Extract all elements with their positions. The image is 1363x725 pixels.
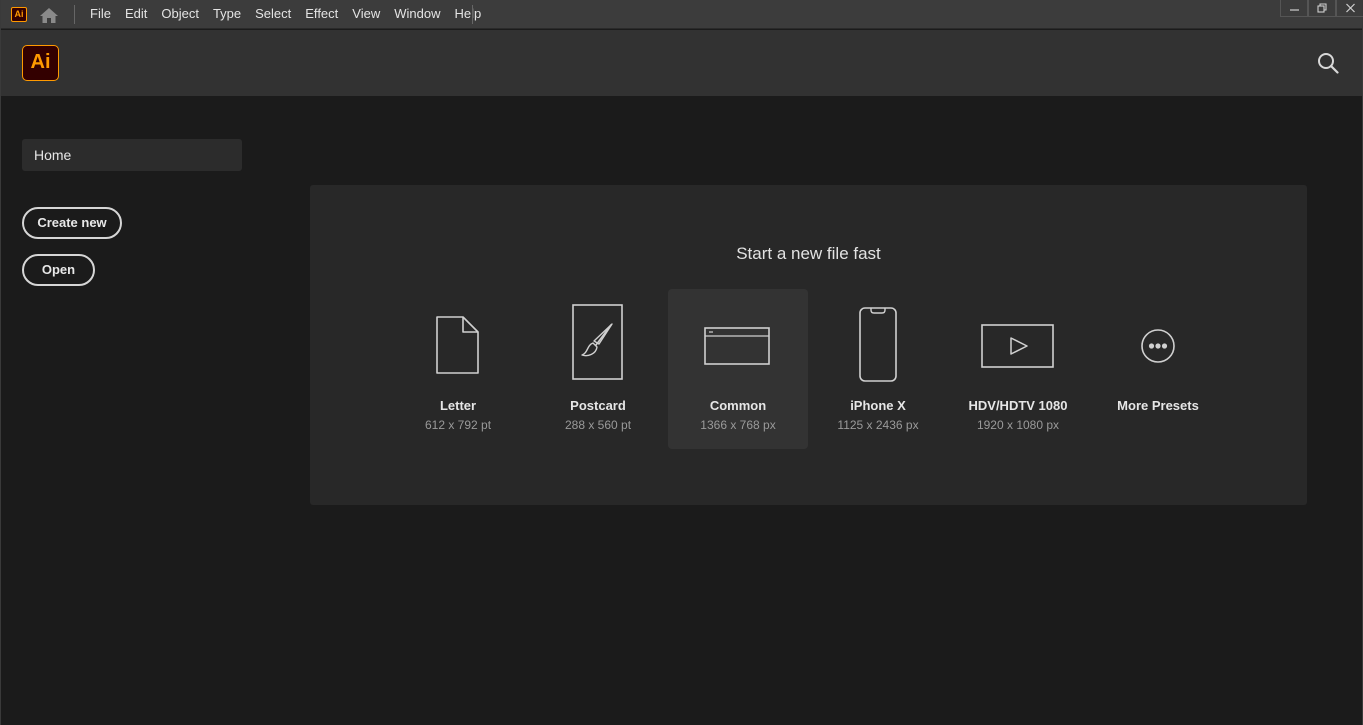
preset-name: Letter [439,398,477,413]
menu-file[interactable]: File [83,0,118,28]
menu-separator [74,5,75,24]
preset-size: 1920 x 1080 px [976,418,1060,432]
open-button[interactable]: Open [22,254,95,286]
preset-iphone-x[interactable]: iPhone X 1125 x 2436 px [808,289,948,449]
sidebar-item-home[interactable]: Home [22,139,242,171]
preset-letter[interactable]: Letter 612 x 792 pt [388,289,528,449]
menu-object[interactable]: Object [154,0,206,28]
minimize-button[interactable] [1280,0,1308,17]
document-icon [436,316,479,374]
preset-size: 288 x 560 pt [564,418,632,432]
menu-window[interactable]: Window [387,0,447,28]
illustrator-logo: Ai [22,45,59,81]
menu-help[interactable]: Help [447,0,488,28]
browser-window-icon [704,327,770,365]
menu-items: File Edit Object Type Select Effect View… [83,0,488,29]
restore-icon [1317,3,1327,13]
app-window: Ai File Edit Object Type Select Effect V… [0,0,1363,725]
preset-hdv-hdtv-1080[interactable]: HDV/HDTV 1080 1920 x 1080 px [948,289,1088,449]
panel-title: Start a new file fast [736,244,881,263]
menu-separator [472,5,473,24]
brush-card-icon [572,304,623,380]
create-new-button[interactable]: Create new [22,207,122,239]
home-icon[interactable] [39,6,59,24]
close-icon [1346,3,1355,13]
close-button[interactable] [1336,0,1363,17]
menu-select[interactable]: Select [248,0,298,28]
preset-size: 1125 x 2436 px [837,418,919,432]
preset-name: Postcard [570,398,626,413]
home-header: Ai [1,30,1362,96]
preset-postcard[interactable]: Postcard 288 x 560 pt [528,289,668,449]
menu-view[interactable]: View [345,0,387,28]
menu-effect[interactable]: Effect [298,0,345,28]
new-file-panel: Start a new file fast Letter 612 x 792 p… [310,185,1307,505]
more-dots-icon [1141,329,1175,363]
app-logo-small: Ai [11,7,27,22]
menu-type[interactable]: Type [206,0,248,28]
preset-name: HDV/HDTV 1080 [968,398,1068,413]
video-play-icon [981,324,1054,368]
preset-size: 612 x 792 pt [424,418,492,432]
preset-common[interactable]: Common 1366 x 768 px [668,289,808,449]
minimize-icon [1290,9,1299,11]
restore-button[interactable] [1308,0,1336,17]
preset-name: More Presets [1117,398,1199,413]
preset-size: 1366 x 768 px [700,418,776,432]
search-icon[interactable] [1317,52,1339,74]
preset-name: iPhone X [850,398,906,413]
menu-edit[interactable]: Edit [118,0,154,28]
preset-name: Common [709,398,767,413]
phone-icon [859,307,897,382]
menu-bar: Ai File Edit Object Type Select Effect V… [1,0,1363,29]
preset-more-presets[interactable]: More Presets [1088,289,1228,449]
